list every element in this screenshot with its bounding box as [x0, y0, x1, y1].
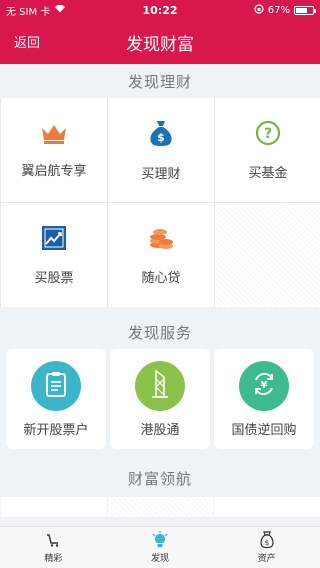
page-title: 发现财富 [126, 34, 194, 55]
tab-label: 精彩 [44, 554, 63, 564]
service-icon-circle: ¥ [239, 360, 289, 411]
service-label: 新开股票户 [23, 422, 89, 438]
svg-text:?: ? [264, 126, 272, 142]
back-button[interactable]: 返回 [14, 32, 40, 51]
finance-item-label: 买理财 [141, 166, 181, 182]
finance-item-label: 翼启航专享 [21, 163, 87, 179]
finance-item-fund[interactable]: ? 买基金 [215, 98, 320, 202]
battery-icon [294, 5, 316, 15]
wifi-icon [54, 4, 66, 16]
lock-rotation-icon [254, 3, 264, 17]
svg-text:$: $ [264, 539, 268, 547]
service-label: 国债逆回购 [231, 422, 297, 438]
carrier-label: 无 SIM 卡 [6, 6, 51, 18]
services-row: 新开股票户 港股通 ¥ 国债逆回购 [0, 349, 320, 449]
finance-item-label: 买股票 [34, 270, 74, 286]
tab-assets[interactable]: $ 资产 [213, 527, 320, 568]
leaders-item[interactable] [1, 497, 107, 517]
status-bar: 无 SIM 卡 10:22 67% [0, 0, 320, 20]
finance-item-label: 买基金 [248, 165, 288, 181]
leaders-grid [0, 497, 320, 517]
section-header-finance: 发现理财 [127, 72, 192, 91]
finance-item-empty [215, 203, 320, 307]
question-circle-icon: ? [255, 120, 281, 150]
svg-text:$: $ [157, 131, 165, 144]
service-icon-circle [31, 360, 81, 411]
service-open-account[interactable]: 新开股票户 [6, 349, 106, 449]
lightbulb-icon [149, 531, 171, 549]
tab-discover[interactable]: 发现 [107, 527, 214, 568]
finance-item-vip[interactable]: 翼启航专享 [1, 98, 107, 202]
service-icon-circle [135, 360, 185, 411]
wallet-icon: $ [256, 531, 278, 549]
tab-featured[interactable]: 精彩 [0, 527, 107, 568]
service-label: 港股通 [140, 422, 180, 438]
battery-percent: 67% [267, 4, 290, 16]
yen-cycle-icon: ¥ [250, 370, 278, 402]
section-header-leaders: 财富领航 [127, 469, 192, 488]
clipboard-icon [45, 371, 67, 401]
finance-item-stock[interactable]: 买股票 [1, 203, 107, 307]
leaders-item[interactable] [214, 497, 320, 517]
tab-label: 发现 [151, 554, 170, 564]
crown-icon [40, 122, 68, 148]
finance-grid: 翼启航专享 $ 买理财 ? 买基金 买股票 随心贷 [0, 98, 320, 307]
main-content[interactable]: 发现理财 翼启航专享 $ 买理财 ? 买基金 买股票 随心贷 发现服务 新开股票… [0, 64, 320, 526]
stock-chart-icon [41, 225, 67, 255]
leaders-item[interactable] [107, 497, 214, 517]
svg-text:¥: ¥ [261, 380, 268, 391]
tab-bar: 精彩 发现 $ 资产 [0, 526, 320, 568]
finance-item-label: 随心贷 [141, 270, 181, 286]
service-hk-connect[interactable]: 港股通 [110, 349, 210, 449]
cart-icon [42, 531, 64, 549]
coins-icon [148, 225, 174, 255]
navigation-bar: 返回 发现财富 [0, 20, 320, 64]
section-header-services: 发现服务 [127, 323, 192, 342]
building-icon [148, 368, 172, 403]
service-reverse-repo[interactable]: ¥ 国债逆回购 [214, 349, 314, 449]
money-bag-icon: $ [148, 119, 174, 151]
finance-item-loan[interactable]: 随心贷 [108, 203, 214, 307]
tab-label: 资产 [257, 554, 276, 564]
finance-item-wealth[interactable]: $ 买理财 [108, 98, 214, 202]
